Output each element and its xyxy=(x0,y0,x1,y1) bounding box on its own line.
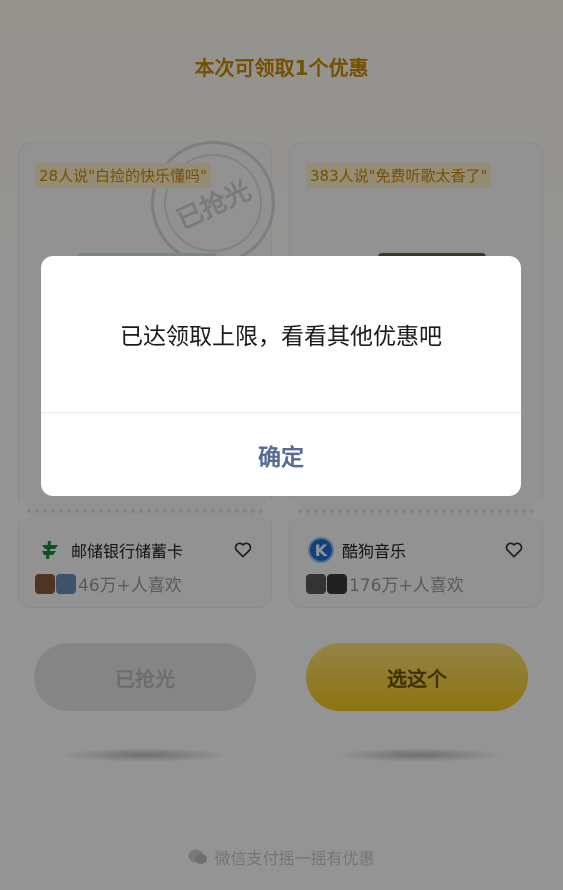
confirm-button[interactable]: 确定 xyxy=(41,413,521,496)
limit-reached-dialog: 已达领取上限，看看其他优惠吧 确定 xyxy=(41,256,521,496)
dialog-message: 已达领取上限，看看其他优惠吧 xyxy=(120,324,442,350)
